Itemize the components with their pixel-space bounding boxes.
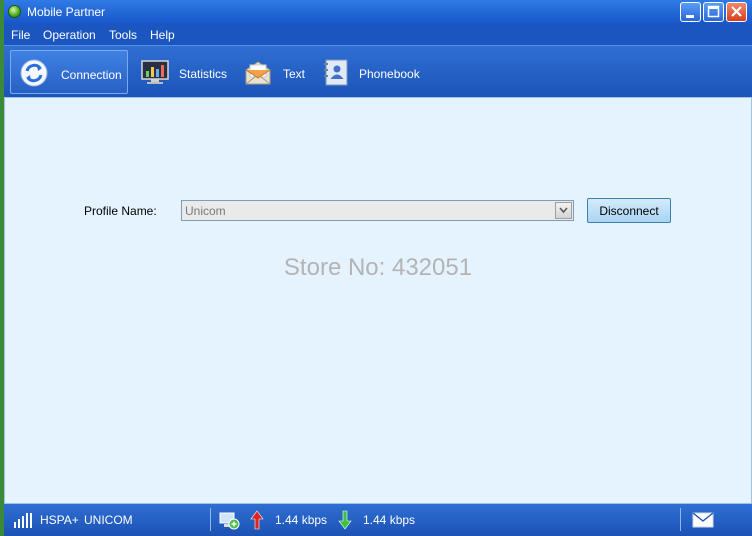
toolbar: Connection Statistics Text Phonebook [4,45,752,97]
menu-operation[interactable]: Operation [43,28,96,42]
minimize-icon [686,15,694,18]
upload-arrow-icon [250,510,264,530]
maximize-button[interactable] [703,2,724,22]
upload-speed: 1.44 kbps [275,513,328,527]
tab-statistics[interactable]: Statistics [132,50,232,94]
network-computer-icon [219,512,240,530]
profile-name-select[interactable]: Unicom [181,200,574,221]
message-envelope-icon[interactable] [692,512,714,528]
tab-text[interactable]: Text [238,50,314,94]
disconnect-button[interactable]: Disconnect [587,198,671,223]
tab-connection-label: Connection [61,68,122,82]
dropdown-arrow-button[interactable] [555,202,572,219]
menu-file[interactable]: File [11,28,30,42]
store-watermark: Store No: 432051 [283,254,473,281]
profile-name-label: Profile Name: [84,204,157,218]
close-button[interactable] [726,2,747,22]
operator-name: UNICOM [84,513,133,527]
profile-name-value: Unicom [185,204,226,218]
phonebook-icon [324,59,348,86]
tab-text-label: Text [283,67,306,81]
title-bar: Mobile Partner [4,0,752,24]
window-title: Mobile Partner [27,5,106,19]
tab-phonebook[interactable]: Phonebook [316,50,432,94]
signal-strength-icon [14,513,32,528]
menu-bar: File Operation Tools Help [4,24,752,45]
tab-phonebook-label: Phonebook [359,67,420,81]
minimize-button[interactable] [680,2,701,22]
status-divider [210,508,211,531]
download-speed: 1.44 kbps [363,513,416,527]
network-type: HSPA+ [40,513,79,527]
monitor-chart-icon [141,60,169,84]
envelope-icon [245,61,271,85]
connection-panel: Profile Name: Unicom Disconnect Store No… [4,97,752,504]
mobile-partner-window: Mobile Partner File Operation Tools Help… [4,0,752,536]
app-logo-icon [8,5,21,18]
maximize-icon [707,5,720,18]
menu-help[interactable]: Help [150,28,175,42]
status-divider-right [680,508,681,531]
tab-connection[interactable]: Connection [10,50,128,94]
connection-icon [20,59,48,87]
download-arrow-icon [338,510,352,530]
chevron-down-icon [559,207,568,214]
close-icon [731,6,742,17]
status-bar: HSPA+ UNICOM 1.44 kbps 1.44 kbps [4,504,752,536]
tab-statistics-label: Statistics [179,67,228,81]
menu-tools[interactable]: Tools [109,28,137,42]
